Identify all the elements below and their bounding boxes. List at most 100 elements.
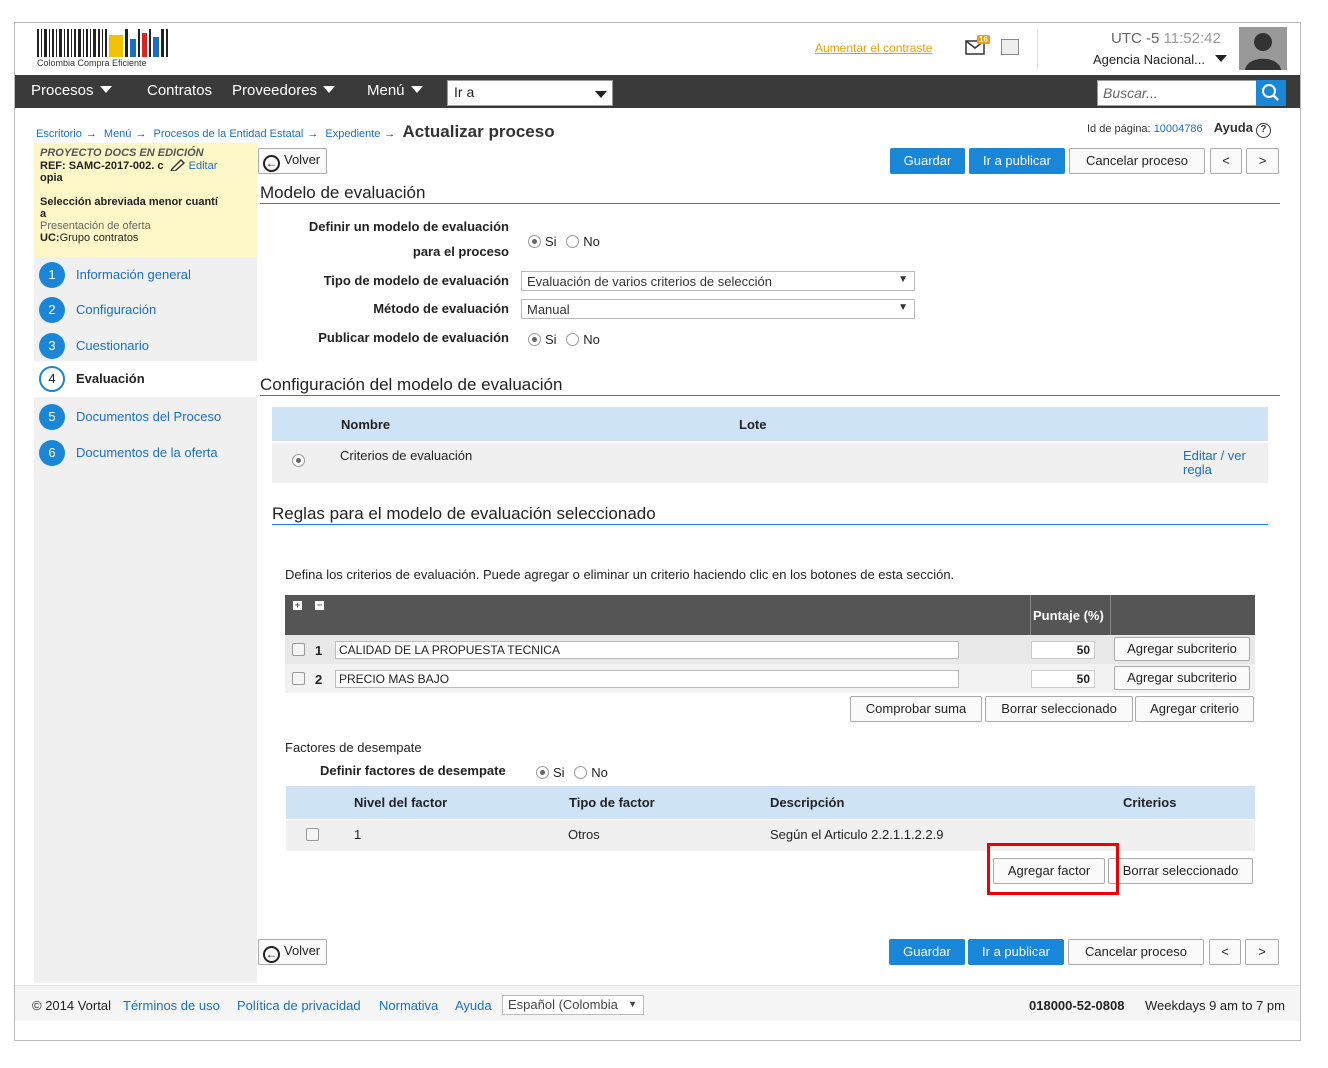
step-documentos-proceso[interactable]: 5 Documentos del Proceso	[34, 399, 257, 435]
delete-selected-factor-button[interactable]: Borrar seleccionado	[1108, 858, 1253, 884]
step-documentos-oferta[interactable]: 6 Documentos de la oferta	[34, 435, 257, 471]
next-button-bottom[interactable]: >	[1245, 939, 1279, 965]
radio-yes[interactable]	[536, 766, 549, 779]
footer-terms-link[interactable]: Términos de uso	[123, 998, 220, 1013]
row-radio[interactable]	[292, 454, 305, 467]
criterion-score-input[interactable]: 50	[1031, 641, 1095, 659]
contrast-link[interactable]: Aumentar el contraste	[815, 41, 932, 55]
radio-yes[interactable]	[528, 333, 541, 346]
arrow-right-icon: →	[307, 128, 319, 140]
nav-proveedores[interactable]: Proveedores	[232, 82, 336, 99]
footer-phone: 018000-52-0808	[1029, 998, 1125, 1013]
step-label: Documentos de la oferta	[76, 445, 218, 460]
search-input[interactable]: Buscar...	[1097, 80, 1257, 106]
nav-menu[interactable]: Menú	[367, 82, 423, 99]
logo-barcode-icon	[37, 29, 168, 57]
radio-yes[interactable]	[528, 235, 541, 248]
pencil-icon[interactable]	[169, 159, 186, 172]
col-level: Nivel del factor	[354, 795, 448, 810]
tiebreak-radios: Si No	[536, 765, 608, 780]
radio-no[interactable]	[566, 333, 580, 346]
search-icon	[1262, 84, 1279, 101]
collapse-all-icon[interactable]: −	[315, 601, 324, 610]
radio-no-label: No	[583, 234, 600, 249]
expand-all-icon[interactable]: +	[293, 601, 302, 610]
publish-button-bottom[interactable]: Ir a publicar	[968, 939, 1064, 965]
agency-selector[interactable]: Agencia Nacional...	[1093, 52, 1227, 67]
step-informacion-general[interactable]: 1 Información general	[34, 257, 257, 293]
add-criterion-button[interactable]: Agregar criterio	[1135, 696, 1254, 722]
eval-model-title: Modelo de evaluación	[260, 183, 426, 202]
prev-button[interactable]: <	[1210, 148, 1242, 174]
process-ref-cont: opia	[40, 172, 63, 184]
next-button[interactable]: >	[1246, 148, 1279, 174]
add-subcriterion-button[interactable]: Agregar subcriterio	[1114, 637, 1250, 661]
criterion-score-input[interactable]: 50	[1031, 670, 1095, 688]
goto-label: Ir a	[454, 84, 475, 100]
process-ref-text: REF: SAMC-2017-002. c	[40, 160, 164, 172]
page-id-value[interactable]: 10004786	[1154, 123, 1203, 135]
row-checkbox[interactable]	[292, 672, 305, 685]
avatar[interactable]	[1239, 27, 1287, 70]
utc-label: UTC -5	[1111, 30, 1160, 47]
radio-no-label: No	[591, 765, 608, 780]
row-checkbox[interactable]	[292, 643, 305, 656]
mail-badge: 16	[977, 35, 990, 44]
cancel-process-button[interactable]: Cancelar proceso	[1069, 148, 1205, 174]
search-button[interactable]	[1256, 80, 1286, 106]
cancel-process-button-bottom[interactable]: Cancelar proceso	[1068, 939, 1204, 965]
method-select[interactable]: Manual ▼	[521, 299, 915, 319]
edit-rule-link-2[interactable]: regla	[1183, 462, 1212, 477]
radio-no[interactable]	[574, 766, 588, 779]
model-type-label: Tipo de modelo de evaluación	[323, 273, 509, 288]
step-number: 3	[39, 333, 65, 359]
radio-yes-label: Si	[545, 332, 557, 347]
radio-no[interactable]	[566, 235, 580, 248]
step-configuracion[interactable]: 2 Configuración	[34, 292, 257, 328]
dropdown-arrow-icon: ▼	[898, 302, 908, 313]
nav-label: Procesos	[31, 82, 94, 99]
agency-label: Agencia Nacional...	[1093, 52, 1206, 67]
goto-select[interactable]: Ir a	[447, 80, 613, 106]
publish-button[interactable]: Ir a publicar	[969, 148, 1065, 174]
define-model-label-2: para el proceso	[412, 244, 509, 259]
nav-procesos[interactable]: Procesos	[31, 82, 112, 99]
add-subcriterion-button[interactable]: Agregar subcriterio	[1114, 666, 1250, 690]
save-button[interactable]: Guardar	[890, 148, 965, 174]
publish-model-radios: Si No	[528, 332, 600, 347]
uc-value: Grupo contratos	[59, 232, 139, 244]
help-link[interactable]: Ayuda?	[1214, 120, 1271, 138]
document-icon[interactable]	[1001, 39, 1019, 55]
step-cuestionario[interactable]: 3 Cuestionario	[34, 328, 257, 364]
criterion-name-input[interactable]: PRECIO MAS BAJO	[335, 670, 959, 688]
footer-normativa-link[interactable]: Normativa	[379, 998, 438, 1013]
delete-selected-criteria-button[interactable]: Borrar seleccionado	[985, 696, 1133, 722]
model-type-select[interactable]: Evaluación de varios criterios de selecc…	[521, 271, 915, 291]
criterion-name-input[interactable]: CALIDAD DE LA PROPUESTA TECNICA	[335, 641, 959, 659]
breadcrumb-menu[interactable]: Menú	[104, 128, 132, 140]
step-number: 6	[39, 440, 65, 466]
footer-help-link[interactable]: Ayuda	[455, 998, 492, 1013]
breadcrumb-procesos[interactable]: Procesos de la Entidad Estatal	[154, 128, 304, 140]
language-select[interactable]: Español (Colombia ▼	[502, 995, 644, 1015]
back-button-bottom[interactable]: ← Volver	[258, 939, 328, 965]
edit-rule-link[interactable]: Editar / ver	[1183, 448, 1246, 463]
row-checkbox[interactable]	[306, 828, 319, 841]
back-button[interactable]: ← Volver	[258, 148, 328, 174]
criteria-row: 2 PRECIO MAS BAJO 50 Agregar subcriterio	[285, 664, 1255, 693]
edit-link[interactable]: Editar	[189, 160, 218, 172]
footer-privacy-link[interactable]: Política de privacidad	[237, 998, 361, 1013]
criterion-number: 1	[315, 643, 323, 658]
check-sum-button[interactable]: Comprobar suma	[850, 696, 982, 722]
breadcrumb-expediente[interactable]: Expediente	[325, 128, 380, 140]
col-divider	[1030, 595, 1031, 635]
nav-contratos[interactable]: Contratos	[147, 82, 212, 99]
rules-instructions: Defina los criterios de evaluación. Pued…	[285, 567, 955, 582]
dropdown-arrow-icon: ▼	[628, 999, 637, 1009]
prev-button-bottom[interactable]: <	[1209, 939, 1241, 965]
save-button-bottom[interactable]: Guardar	[889, 939, 965, 965]
score-header: Puntaje (%)	[1033, 608, 1104, 623]
breadcrumb-escritorio[interactable]: Escritorio	[36, 128, 82, 140]
step-evaluacion[interactable]: 4 Evaluación	[34, 361, 257, 397]
time-value: 11:52:42	[1163, 30, 1221, 47]
